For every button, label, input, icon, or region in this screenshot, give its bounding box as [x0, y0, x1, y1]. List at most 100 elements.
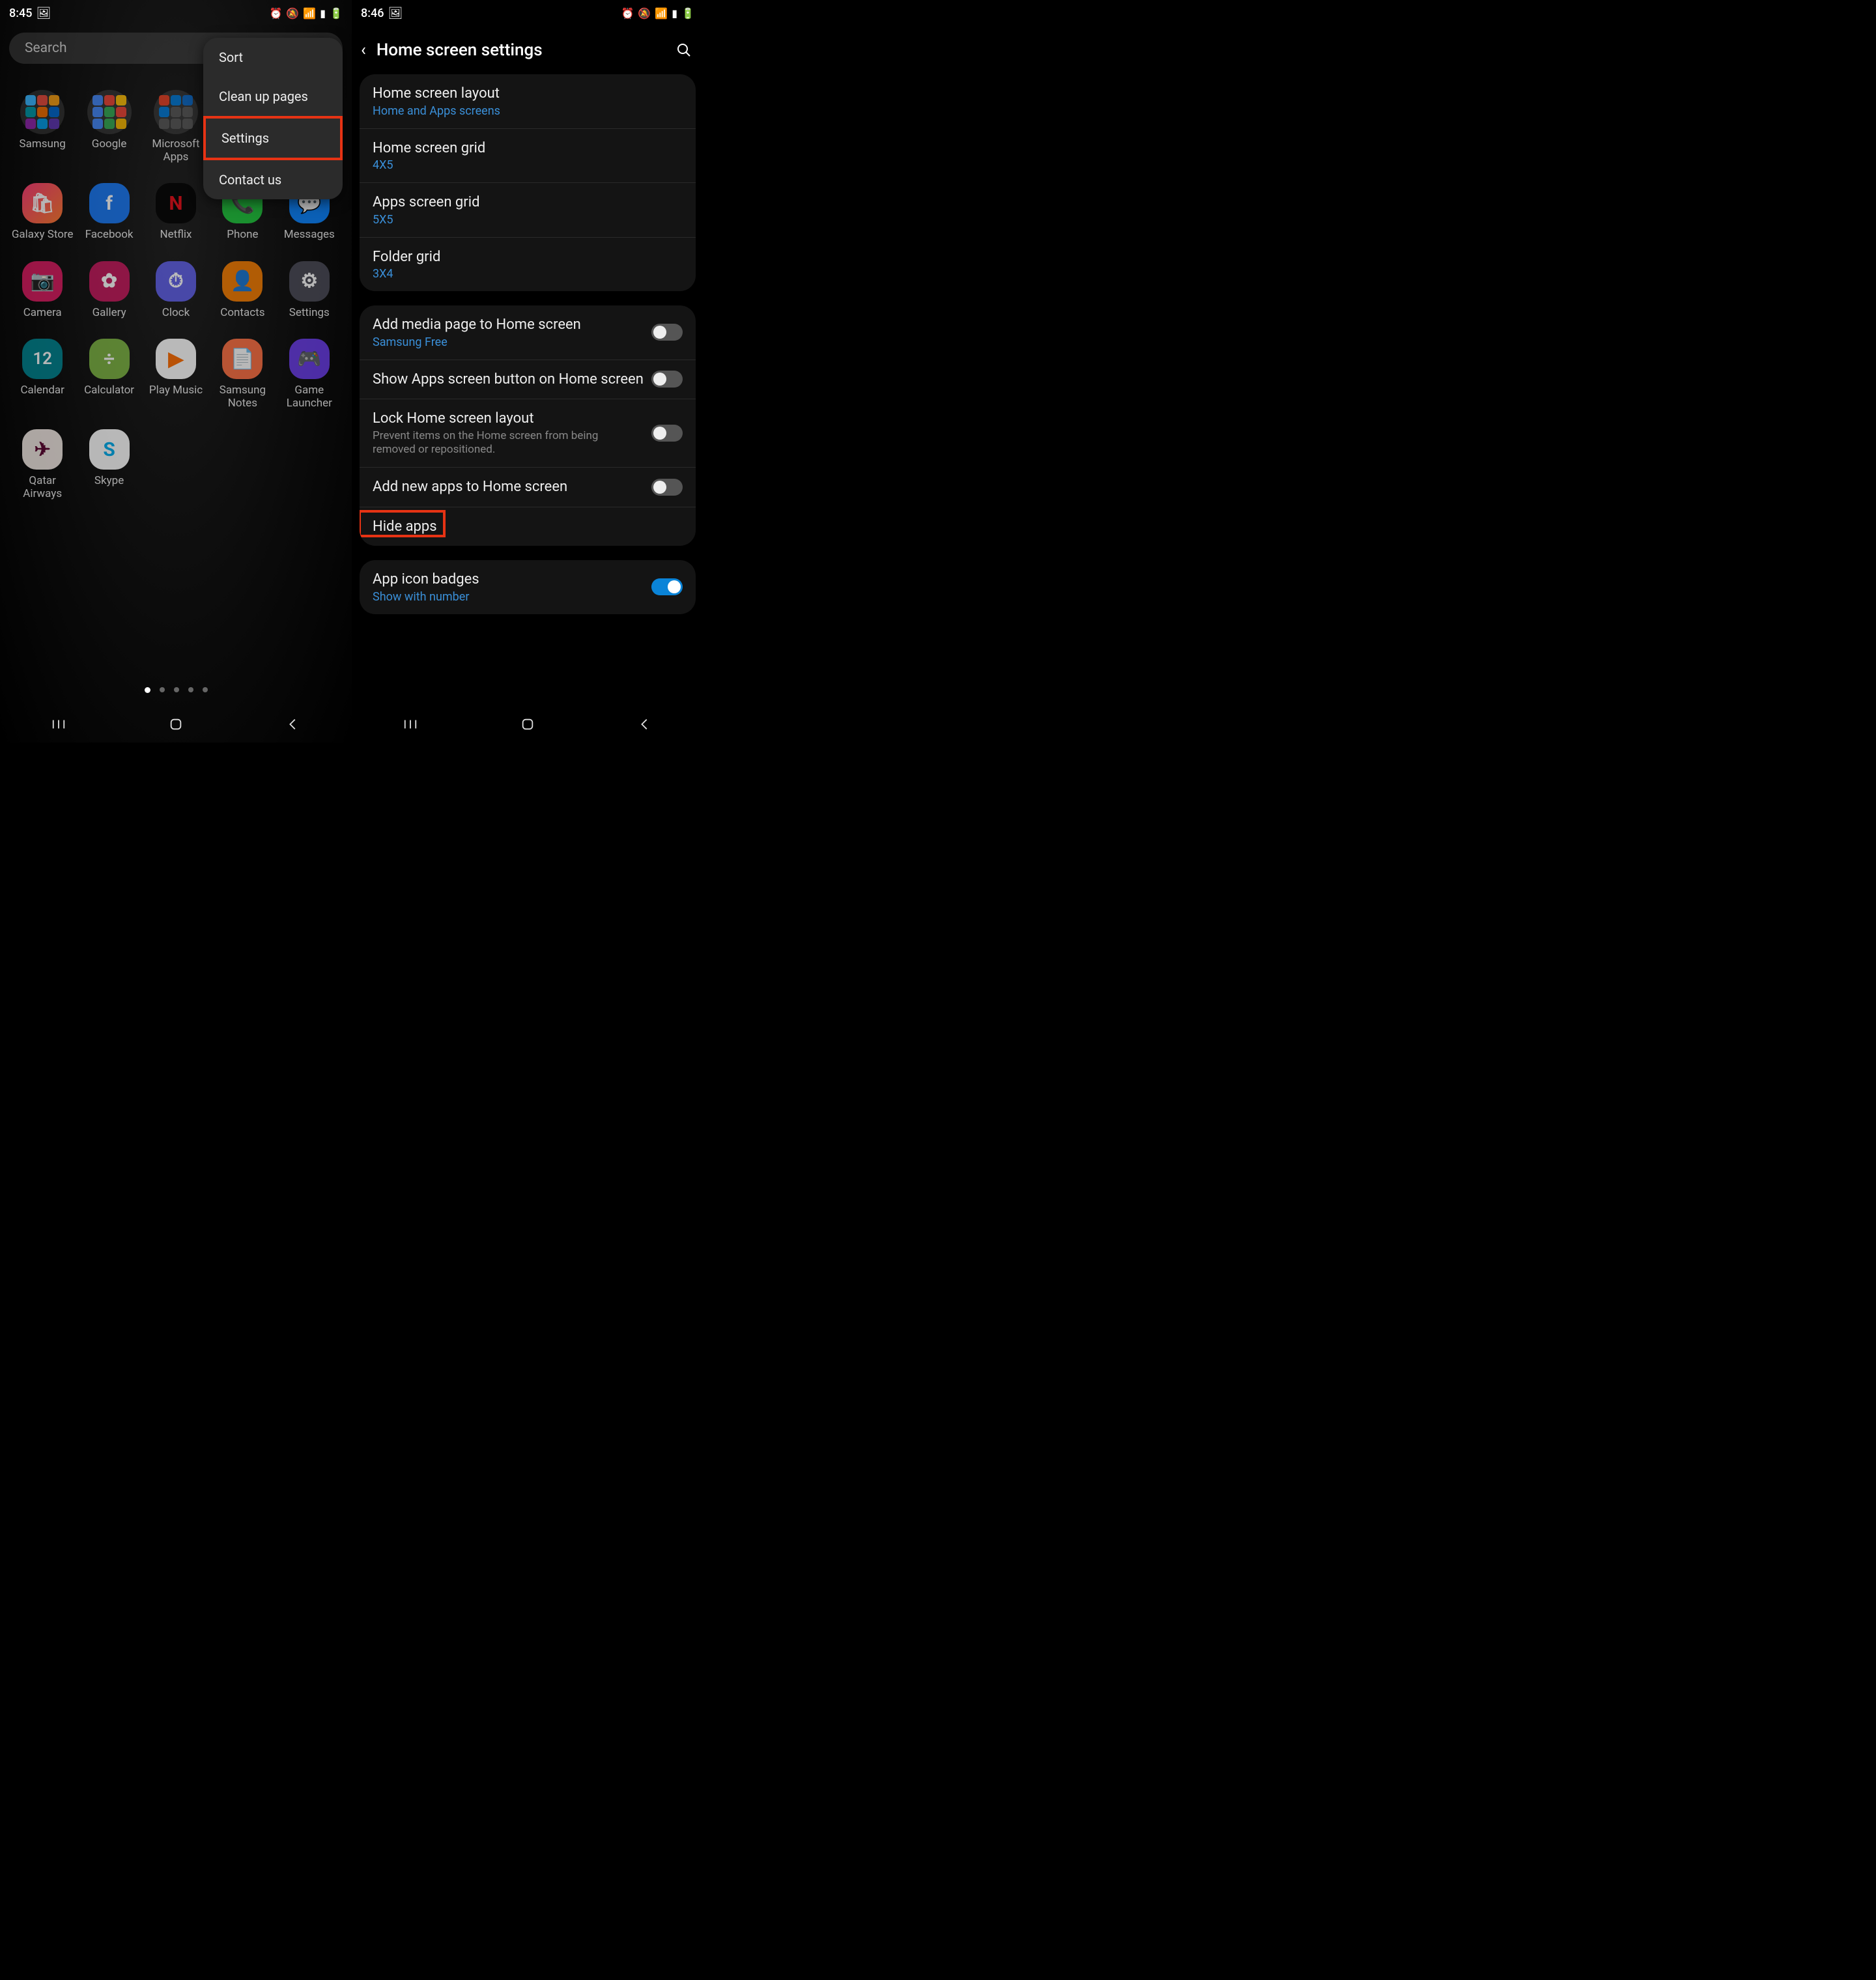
- toggle[interactable]: [651, 425, 683, 442]
- recents-button[interactable]: [51, 717, 66, 731]
- wifi-icon: 📶: [303, 7, 316, 20]
- row-subtitle: 3X4: [373, 267, 683, 281]
- recents-button[interactable]: [403, 717, 418, 731]
- app-icon: ÷: [89, 339, 130, 379]
- setting-add-media-page-to-home-screen[interactable]: Add media page to Home screenSamsung Fre…: [360, 305, 696, 360]
- setting-lock-home-screen-layout[interactable]: Lock Home screen layoutPrevent items on …: [360, 399, 696, 468]
- app-label: Settings: [289, 307, 330, 320]
- app-calculator[interactable]: ÷Calculator: [76, 339, 142, 410]
- page-dot[interactable]: [174, 687, 179, 692]
- app-google[interactable]: Google: [76, 90, 142, 163]
- app-skype[interactable]: S Skype: [76, 429, 142, 500]
- app-qatar-airways[interactable]: ✈Qatar Airways: [9, 429, 76, 500]
- setting-home-screen-grid[interactable]: Home screen grid4X5: [360, 129, 696, 184]
- page-dot[interactable]: [203, 687, 208, 692]
- status-time: 8:45: [9, 7, 32, 20]
- mute-icon: 🔕: [286, 7, 299, 20]
- app-label: Camera: [23, 307, 62, 320]
- home-button[interactable]: [169, 717, 183, 731]
- overflow-menu: SortClean up pagesSettingsContact us: [203, 38, 343, 199]
- app-samsung[interactable]: Samsung: [9, 90, 76, 163]
- app-icon: ⏱: [156, 261, 196, 302]
- status-bar: 8:46 🖼 ⏰ 🔕 📶 ▮ 🔋: [352, 0, 704, 26]
- app-gallery[interactable]: ✿Gallery: [76, 261, 142, 320]
- row-title: Add new apps to Home screen: [373, 478, 644, 496]
- page-dot[interactable]: [188, 687, 193, 692]
- setting-home-screen-layout[interactable]: Home screen layoutHome and Apps screens: [360, 74, 696, 129]
- app-contacts[interactable]: 👤 Contacts: [209, 261, 276, 320]
- row-subtitle: 4X5: [373, 158, 683, 172]
- setting-add-new-apps-to-home-screen[interactable]: Add new apps to Home screen: [360, 468, 696, 507]
- settings-card-layout: Home screen layoutHome and Apps screensH…: [360, 74, 696, 291]
- search-icon[interactable]: [676, 42, 692, 58]
- page-title: Home screen settings: [377, 40, 666, 60]
- row-title: Home screen grid: [373, 139, 683, 158]
- app-label: Contacts: [220, 307, 264, 320]
- app-samsung-notes[interactable]: 📄 Samsung Notes: [209, 339, 276, 410]
- app-icon: 📄: [222, 339, 263, 379]
- app-microsoft-apps[interactable]: Microsoft Apps: [143, 90, 209, 163]
- toggle[interactable]: [651, 479, 683, 496]
- app-calendar[interactable]: 12Calendar: [9, 339, 76, 410]
- app-icon: ▶: [156, 339, 196, 379]
- setting-apps-screen-grid[interactable]: Apps screen grid5X5: [360, 183, 696, 238]
- battery-icon: 🔋: [330, 7, 343, 20]
- row-title: Add media page to Home screen: [373, 316, 644, 334]
- app-icon: 📷: [22, 261, 63, 302]
- row-title: Folder grid: [373, 248, 683, 266]
- app-label: Qatar Airways: [10, 475, 75, 500]
- app-label: Messages: [284, 229, 335, 242]
- setting-hide-apps[interactable]: Hide apps: [360, 507, 696, 546]
- menu-item-contact-us[interactable]: Contact us: [203, 160, 343, 199]
- app-label: Microsoft Apps: [143, 138, 208, 163]
- app-label: Phone: [227, 229, 258, 242]
- toggle[interactable]: [651, 578, 683, 595]
- row-subtitle: Show with number: [373, 590, 644, 604]
- app-galaxy-store[interactable]: 🛍Galaxy Store: [9, 183, 76, 242]
- setting-folder-grid[interactable]: Folder grid3X4: [360, 238, 696, 292]
- app-settings[interactable]: ⚙ Settings: [276, 261, 343, 320]
- status-bar: 8:45 🖼 ⏰ 🔕 📶 ▮ 🔋: [0, 0, 352, 26]
- battery-icon: 🔋: [681, 7, 694, 20]
- settings-card-badges: App icon badgesShow with number: [360, 560, 696, 614]
- folder-icon: [154, 90, 198, 134]
- back-icon[interactable]: ‹: [361, 40, 366, 60]
- signal-icon: ▮: [320, 7, 326, 20]
- setting-show-apps-screen-button-on-home-screen[interactable]: Show Apps screen button on Home screen: [360, 360, 696, 400]
- menu-item-settings[interactable]: Settings: [203, 116, 343, 160]
- menu-item-clean-up-pages[interactable]: Clean up pages: [203, 77, 343, 116]
- app-label: Facebook: [85, 229, 134, 242]
- home-settings-screen: 8:46 🖼 ⏰ 🔕 📶 ▮ 🔋 ‹ Home screen settings …: [352, 0, 704, 742]
- app-camera[interactable]: 📷 Camera: [9, 261, 76, 320]
- row-title: Show Apps screen button on Home screen: [373, 371, 644, 389]
- folder-icon: [87, 90, 132, 134]
- app-label: Galaxy Store: [12, 229, 74, 242]
- row-title: Home screen layout: [373, 85, 683, 103]
- setting-app-icon-badges[interactable]: App icon badgesShow with number: [360, 560, 696, 614]
- app-label: Skype: [94, 475, 124, 488]
- app-label: Samsung Notes: [210, 384, 275, 410]
- nav-bar: [352, 706, 704, 742]
- home-button[interactable]: [520, 717, 535, 731]
- row-title: Hide apps: [373, 518, 683, 536]
- row-subtitle: 5X5: [373, 213, 683, 227]
- app-label: Google: [92, 138, 127, 151]
- app-drawer-screen: 8:45 🖼 ⏰ 🔕 📶 ▮ 🔋 Search SortClean up pag…: [0, 0, 352, 742]
- gallery-status-icon: 🖼: [388, 7, 403, 20]
- app-game-launcher[interactable]: 🎮Game Launcher: [276, 339, 343, 410]
- page-dot[interactable]: [145, 687, 150, 693]
- app-clock[interactable]: ⏱Clock: [143, 261, 209, 320]
- alarm-icon: ⏰: [270, 7, 283, 20]
- app-play-music[interactable]: ▶Play Music: [143, 339, 209, 410]
- toggle[interactable]: [651, 371, 683, 388]
- back-button[interactable]: [286, 717, 300, 731]
- app-facebook[interactable]: fFacebook: [76, 183, 142, 242]
- toggle[interactable]: [651, 324, 683, 341]
- menu-item-sort[interactable]: Sort: [203, 38, 343, 77]
- app-netflix[interactable]: NNetflix: [143, 183, 209, 242]
- page-dot[interactable]: [160, 687, 165, 692]
- app-icon: S: [89, 429, 130, 470]
- app-icon: ⚙: [289, 261, 330, 302]
- back-button[interactable]: [638, 717, 652, 731]
- app-icon: 👤: [222, 261, 263, 302]
